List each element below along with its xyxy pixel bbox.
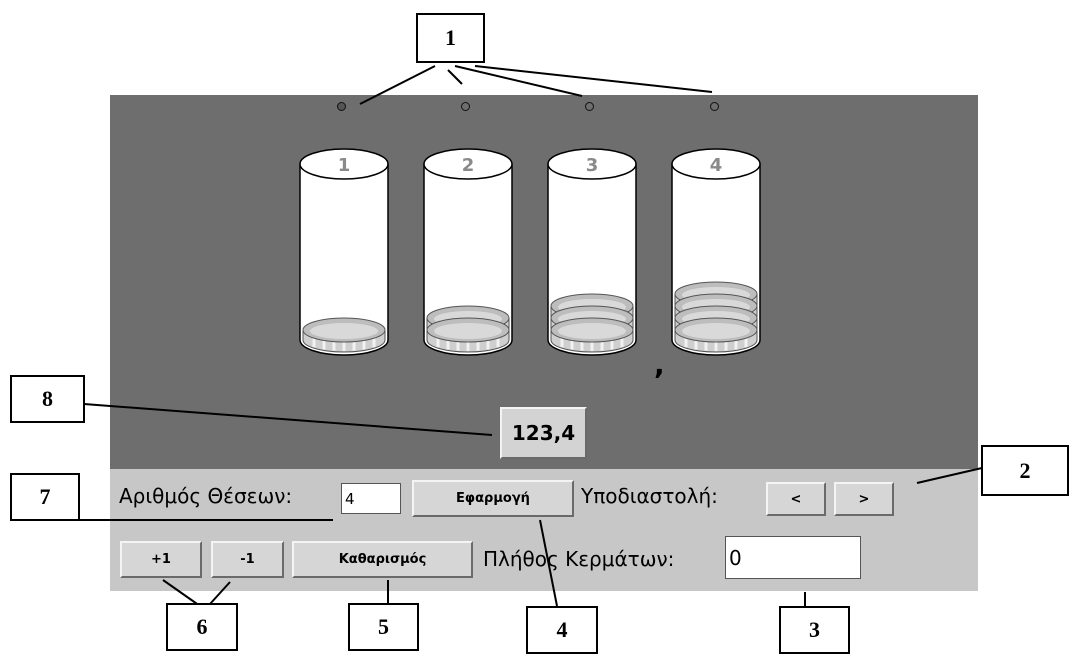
callout-3: 3 [779, 606, 850, 654]
coins-count-input[interactable]: 0 [725, 536, 861, 579]
decimal-point-mark: , [654, 348, 665, 381]
cylinder-label: 2 [462, 155, 475, 176]
plus-one-button[interactable]: +1 [120, 541, 202, 578]
callout-4: 4 [526, 606, 598, 654]
apply-button[interactable]: Εφαρμογή [412, 480, 574, 517]
cylinder-3[interactable]: 3 [547, 148, 637, 356]
decimal-label: Υποδιαστολή: [581, 484, 718, 508]
positions-label: Αριθμός Θέσεων: [119, 484, 293, 508]
cylinder-4[interactable]: 4 [671, 148, 761, 356]
cylinder-1[interactable]: 1 [299, 148, 389, 356]
decimal-right-button[interactable]: > [834, 482, 894, 516]
callout-7: 7 [10, 473, 80, 521]
positions-input[interactable]: 4 [341, 483, 401, 514]
cylinder-label: 1 [338, 155, 351, 176]
callout-2: 2 [981, 445, 1069, 496]
number-display: 123,4 [500, 407, 587, 459]
cylinder-label: 4 [710, 155, 723, 176]
callout-5: 5 [348, 603, 419, 651]
decimal-left-button[interactable]: < [766, 482, 826, 516]
callout-1: 1 [416, 13, 485, 63]
cylinder-2[interactable]: 2 [423, 148, 513, 356]
callout-8: 8 [10, 375, 85, 423]
clear-button[interactable]: Καθαρισμός [292, 541, 473, 578]
callout-6: 6 [166, 603, 238, 651]
cylinder-label: 3 [586, 155, 599, 176]
minus-one-button[interactable]: -1 [211, 541, 284, 578]
coins-count-label: Πλήθος Κερμάτων: [483, 547, 675, 571]
